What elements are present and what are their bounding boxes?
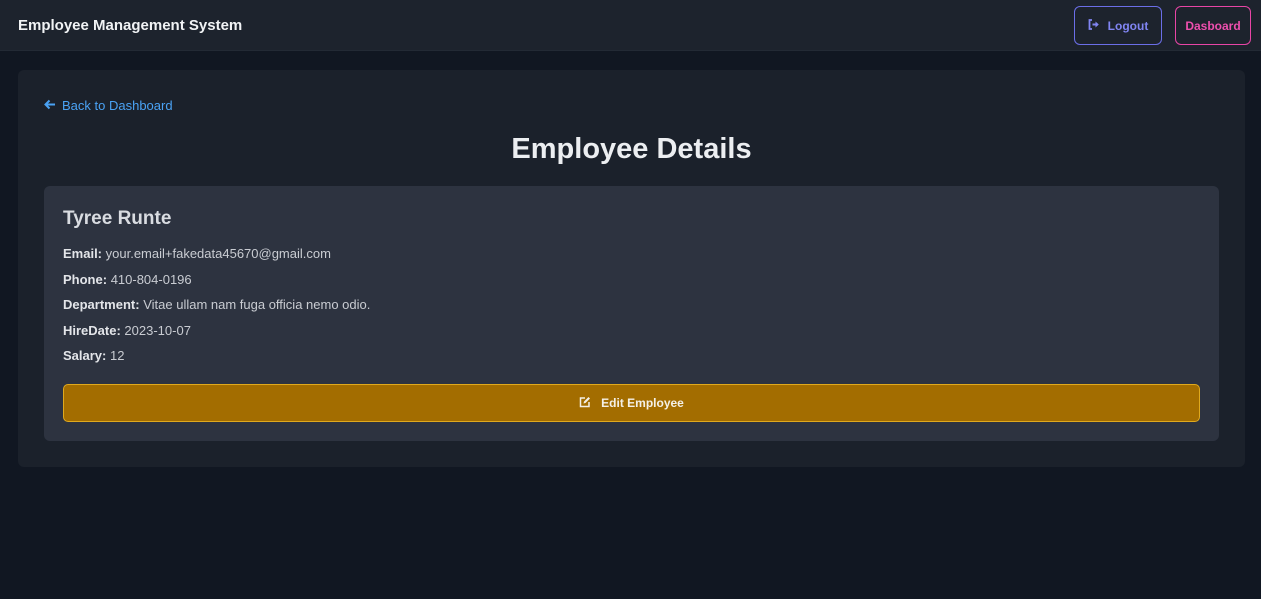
dashboard-button[interactable]: Dasboard — [1175, 6, 1251, 45]
department-value: Vitae ullam nam fuga officia nemo odio. — [143, 297, 371, 312]
phone-label: Phone: — [63, 272, 108, 287]
salary-row: Salary: 12 — [63, 348, 124, 363]
edit-icon — [579, 396, 591, 411]
email-value: your.email+fakedata45670@gmail.com — [105, 246, 331, 261]
email-row: Email: your.email+fakedata45670@gmail.co… — [63, 246, 331, 261]
page-title: Employee Details — [511, 133, 752, 165]
phone-row: Phone: 410-804-0196 — [63, 272, 192, 287]
hire-date-label: HireDate: — [63, 323, 121, 338]
employee-details-panel: Back to Dashboard Employee Details Tyree… — [18, 70, 1245, 467]
salary-label: Salary: — [63, 348, 107, 363]
department-row: Department: Vitae ullam nam fuga officia… — [63, 297, 370, 312]
hire-date-row: HireDate: 2023-10-07 — [63, 323, 191, 338]
edit-employee-label: Edit Employee — [601, 396, 684, 410]
hire-date-value: 2023-10-07 — [124, 323, 191, 338]
phone-value: 410-804-0196 — [110, 272, 192, 287]
logout-label: Logout — [1107, 18, 1149, 33]
arrow-left-icon — [44, 98, 56, 113]
department-label: Department: — [63, 297, 140, 312]
navbar: Employee Management System Logout Dasboa… — [0, 0, 1261, 51]
back-link-label: Back to Dashboard — [62, 98, 173, 113]
sign-out-icon — [1088, 18, 1100, 33]
salary-value: 12 — [110, 348, 125, 363]
app-title: Employee Management System — [18, 17, 243, 34]
employee-card: Tyree Runte Email: your.email+fakedata45… — [44, 186, 1219, 441]
logout-button[interactable]: Logout — [1074, 6, 1162, 45]
email-label: Email: — [63, 246, 103, 261]
employee-name: Tyree Runte — [63, 208, 172, 229]
edit-employee-button[interactable]: Edit Employee — [63, 384, 1200, 422]
back-to-dashboard-link[interactable]: Back to Dashboard — [44, 98, 173, 113]
